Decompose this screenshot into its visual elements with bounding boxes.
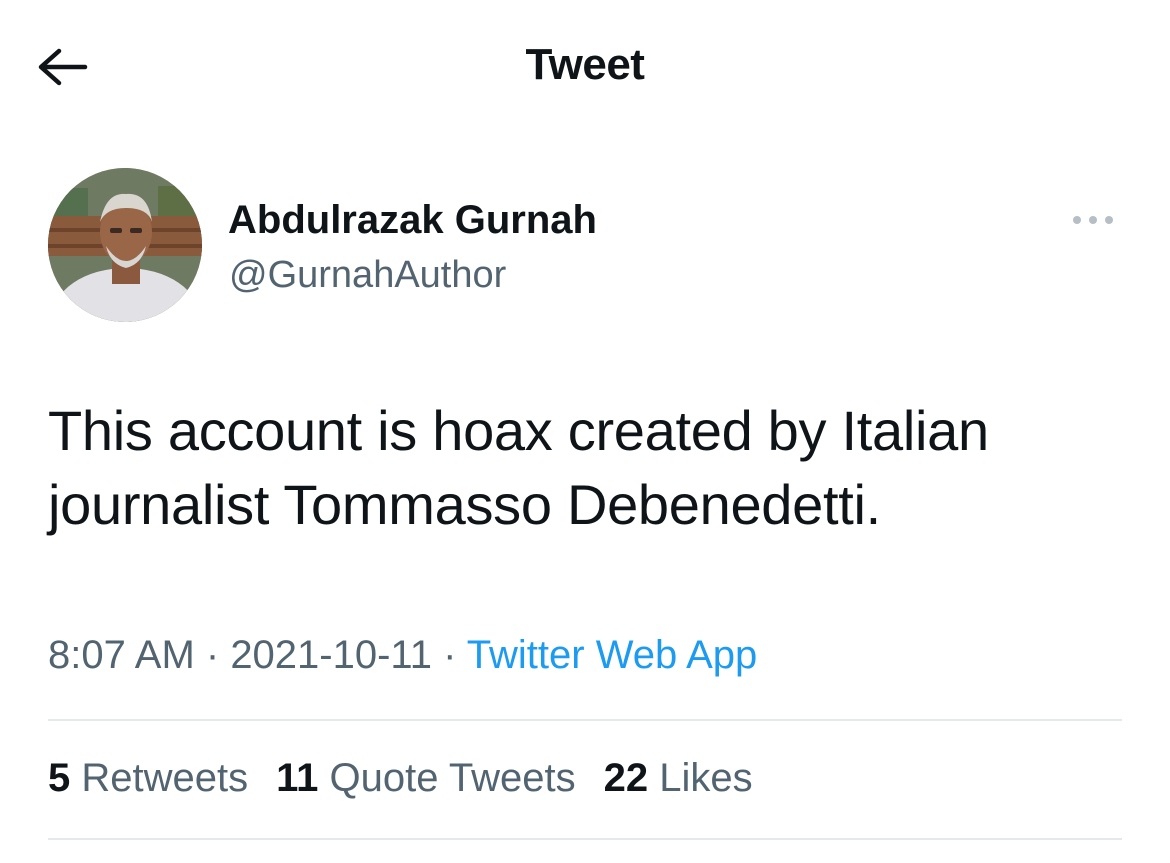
divider bbox=[48, 719, 1122, 721]
more-options-button[interactable] bbox=[1068, 208, 1118, 232]
retweets-stat[interactable]: 5 Retweets bbox=[48, 756, 248, 801]
quote-tweets-stat[interactable]: 11 Quote Tweets bbox=[276, 756, 576, 801]
likes-count: 22 bbox=[603, 756, 649, 800]
tweet-author: Abdulrazak Gurnah @GurnahAuthor bbox=[48, 168, 1122, 326]
tweet-source-link[interactable]: Twitter Web App bbox=[467, 633, 758, 677]
quote-tweets-label: Quote Tweets bbox=[329, 756, 576, 800]
author-display-name[interactable]: Abdulrazak Gurnah bbox=[228, 198, 597, 243]
retweets-count: 5 bbox=[48, 756, 71, 800]
tweet-metadata: 8:07 AM · 2021-10-11 · Twitter Web App bbox=[48, 633, 757, 678]
page-title: Tweet bbox=[525, 40, 645, 89]
top-bar: Tweet bbox=[0, 0, 1170, 135]
meta-separator: · bbox=[431, 633, 467, 677]
tweet-stats: 5 Retweets 11 Quote Tweets 22 Likes bbox=[48, 756, 753, 801]
author-handle[interactable]: @GurnahAuthor bbox=[229, 254, 506, 297]
ellipsis-icon bbox=[1073, 216, 1113, 224]
divider bbox=[48, 838, 1122, 840]
tweet-time[interactable]: 8:07 AM bbox=[48, 633, 195, 677]
likes-stat[interactable]: 22 Likes bbox=[604, 756, 753, 801]
quote-tweets-count: 11 bbox=[276, 756, 319, 800]
meta-separator: · bbox=[194, 633, 231, 677]
retweets-label: Retweets bbox=[81, 756, 249, 800]
likes-label: Likes bbox=[659, 756, 753, 800]
avatar[interactable] bbox=[48, 168, 202, 322]
avatar-image bbox=[48, 168, 202, 322]
tweet-date[interactable]: 2021-10-11 bbox=[230, 633, 432, 677]
tweet-text: This account is hoax created by Italian … bbox=[48, 399, 989, 536]
